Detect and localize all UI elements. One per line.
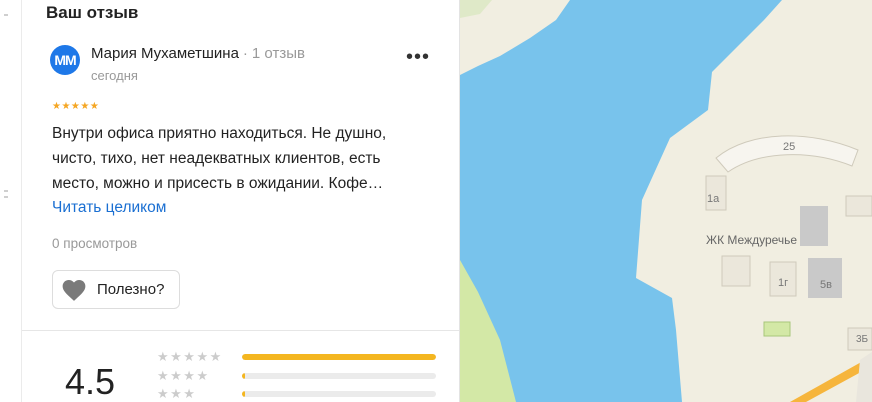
rating-row-stars: ★★★ [157,386,197,401]
useful-label: Полезно? [97,281,165,298]
heart-icon [62,279,86,301]
map-building [721,255,751,287]
review-text-line: Внутри офиса приятно находиться. Не душн… [52,125,387,142]
map-canvas[interactable]: 25 1а ЖК Междуречье 1г 5в 3Б [460,0,872,402]
rating-bar-fill [242,391,245,397]
separator-dot: · [242,45,248,62]
views-count: 0 просмотров [52,236,138,251]
review-author-line: Мария Мухаметшина · 1 отзыв [91,45,305,62]
author-reviews-count: 1 отзыв [251,45,305,62]
review-stars: ★★★★★ [52,101,100,112]
rating-row-stars: ★★★★★ [157,349,223,364]
section-divider [22,330,459,331]
rating-bar-fill [242,373,245,379]
useful-button[interactable]: Полезно? [52,270,180,309]
rating-bar-fill [242,354,436,360]
map-building [800,206,828,246]
map-label-building: 5в [820,279,832,291]
map-label-building: 1г [778,277,788,289]
review-date: сегодня [91,68,138,83]
rating-row-stars: ★★★★ [157,368,210,383]
rating-bar [242,391,436,397]
rating-bar [242,354,436,360]
sidebar-mark [4,196,8,198]
review-panel[interactable]: Ваш отзыв ММ Мария Мухаметшина · 1 отзыв с… [22,0,460,402]
panel-heading: Ваш отзыв [46,3,139,22]
sidebar-mark [4,190,8,192]
author-name[interactable]: Мария Мухаметшина [91,45,239,62]
map-park [763,321,791,337]
map-label-building: 3Б [856,334,869,345]
map-view[interactable]: 25 1а ЖК Междуречье 1г 5в 3Б [460,0,872,402]
map-building [845,195,872,217]
map-label-building: 1а [707,193,720,205]
map-label-building: 25 [783,141,795,153]
avatar[interactable]: ММ [50,45,80,75]
rating-bar [242,373,436,379]
map-building [808,258,842,298]
more-options-button[interactable]: ••• [406,47,430,67]
review-text: Внутри офиса приятно находиться. Не душн… [52,121,430,196]
read-more-link[interactable]: Читать целиком [52,199,166,217]
review-text-line: место, можно и присесть в ожидании. Кофе… [52,175,384,192]
left-sidebar-strip [0,0,22,402]
average-rating: 4.5 [65,361,116,402]
sidebar-mark [4,14,8,16]
map-label-complex[interactable]: ЖК Междуречье [706,233,797,247]
review-text-line: чисто, тихо, нет неадекватных клиентов, … [52,150,381,167]
